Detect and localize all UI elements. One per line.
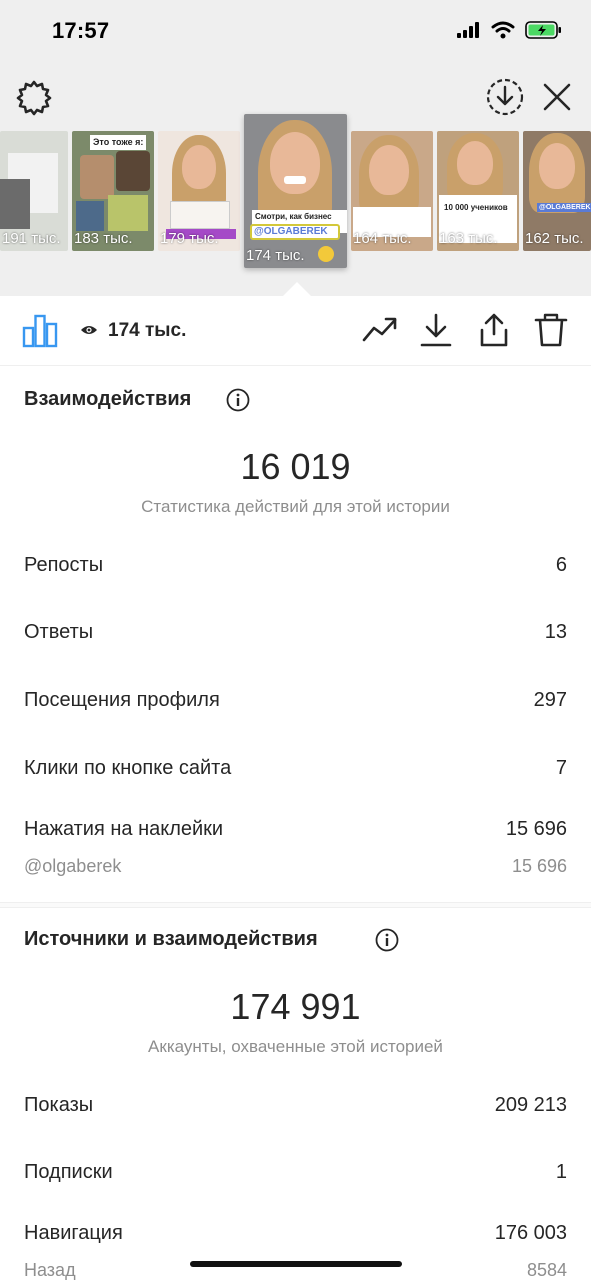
status-bar: 17:57 (0, 0, 591, 64)
stat-sub-value-mention: 15 696 (511, 856, 567, 876)
stat-value-website-clicks: 7 (555, 757, 567, 779)
thumbnail-views: 179 тыс. (160, 230, 219, 247)
eye-icon (81, 326, 97, 334)
thumbnail-views: 164 тыс. (353, 230, 412, 247)
thumbnail-views: 183 тыс. (74, 230, 133, 247)
interactions-caption: Статистика действий для этой истории (141, 497, 450, 516)
gear-icon[interactable] (14, 78, 54, 118)
story-thumbnail[interactable]: 179 тыс. (158, 131, 240, 251)
section-divider (0, 902, 591, 908)
stat-value-reposts: 6 (555, 554, 567, 576)
toolbar-views: 174 тыс. (108, 320, 187, 341)
close-icon[interactable] (538, 78, 576, 116)
story-thumbnail[interactable]: Это тоже я: 183 тыс. (72, 131, 154, 251)
story-thumbnail[interactable]: 10 000 учеников 163 тыс. (437, 131, 519, 251)
interactions-total: 16 019 (240, 446, 351, 487)
download-circle-icon[interactable] (484, 76, 526, 118)
story-thumbnail[interactable]: 191 тыс. (0, 131, 68, 251)
selection-pointer (283, 282, 311, 296)
home-indicator[interactable] (190, 1261, 402, 1267)
info-icon[interactable] (375, 928, 399, 952)
stat-sub-label-mention: @olgaberek (24, 856, 122, 876)
discovery-title: Источники и взаимодействия (24, 928, 318, 950)
thumbnail-views: 163 тыс. (439, 230, 498, 247)
stat-label-profile-visits: Посещения профиля (24, 689, 220, 711)
stat-value-navigation: 176 003 (494, 1222, 567, 1244)
thumbnail-caption: Это тоже я: (90, 135, 147, 150)
discovery-caption: Аккаунты, охваченные этой историей (148, 1037, 443, 1056)
stat-sub-value-back: 8584 (526, 1260, 567, 1280)
thumbnail-views: 191 тыс. (2, 230, 61, 247)
thumbnail-tag: @OLGABEREK (254, 226, 328, 237)
stat-value-profile-visits: 297 (533, 689, 567, 711)
bar-chart-icon[interactable] (22, 312, 58, 348)
download-icon[interactable] (418, 312, 454, 348)
stat-label-navigation: Навигация (24, 1222, 123, 1244)
stat-label-replies: Ответы (24, 621, 94, 643)
info-icon[interactable] (226, 388, 250, 412)
interactions-title: Взаимодействия (24, 388, 192, 410)
story-thumbnail[interactable]: @OLGABEREK 162 тыс. (523, 131, 591, 251)
stat-value-replies: 13 (544, 621, 567, 643)
signal-icon (457, 22, 479, 38)
stat-sub-label-back: Назад (24, 1260, 76, 1280)
status-icons (457, 20, 563, 40)
share-icon[interactable] (476, 312, 512, 348)
wifi-icon (491, 21, 515, 39)
battery-charging-icon (525, 21, 561, 39)
thumbnail-tag: @OLGABEREK (537, 203, 591, 212)
stat-value-follows: 1 (555, 1161, 567, 1183)
story-thumbnail-selected[interactable]: Смотри, как бизнес леди @OLGABEREK 174 т… (244, 114, 347, 268)
stat-value-impressions: 209 213 (494, 1094, 567, 1116)
stat-label-follows: Подписки (24, 1161, 113, 1183)
trash-icon[interactable] (533, 312, 569, 348)
trend-up-icon[interactable] (362, 312, 398, 348)
stat-label-reposts: Репосты (24, 554, 104, 576)
thumbnail-views: 174 тыс. (246, 247, 305, 264)
discovery-total: 174 991 (230, 986, 361, 1027)
stat-label-impressions: Показы (24, 1094, 94, 1116)
stat-value-sticker-taps: 15 696 (505, 818, 567, 840)
thumbnail-caption: 10 000 учеников (444, 203, 508, 212)
stat-label-website-clicks: Клики по кнопке сайта (24, 757, 232, 779)
status-time: 17:57 (52, 18, 110, 43)
story-thumbnail[interactable]: 164 тыс. (351, 131, 433, 251)
stat-label-sticker-taps: Нажатия на наклейки (24, 818, 224, 840)
thumbnail-views: 162 тыс. (525, 230, 584, 247)
toolbar: 174 тыс. (0, 296, 591, 366)
